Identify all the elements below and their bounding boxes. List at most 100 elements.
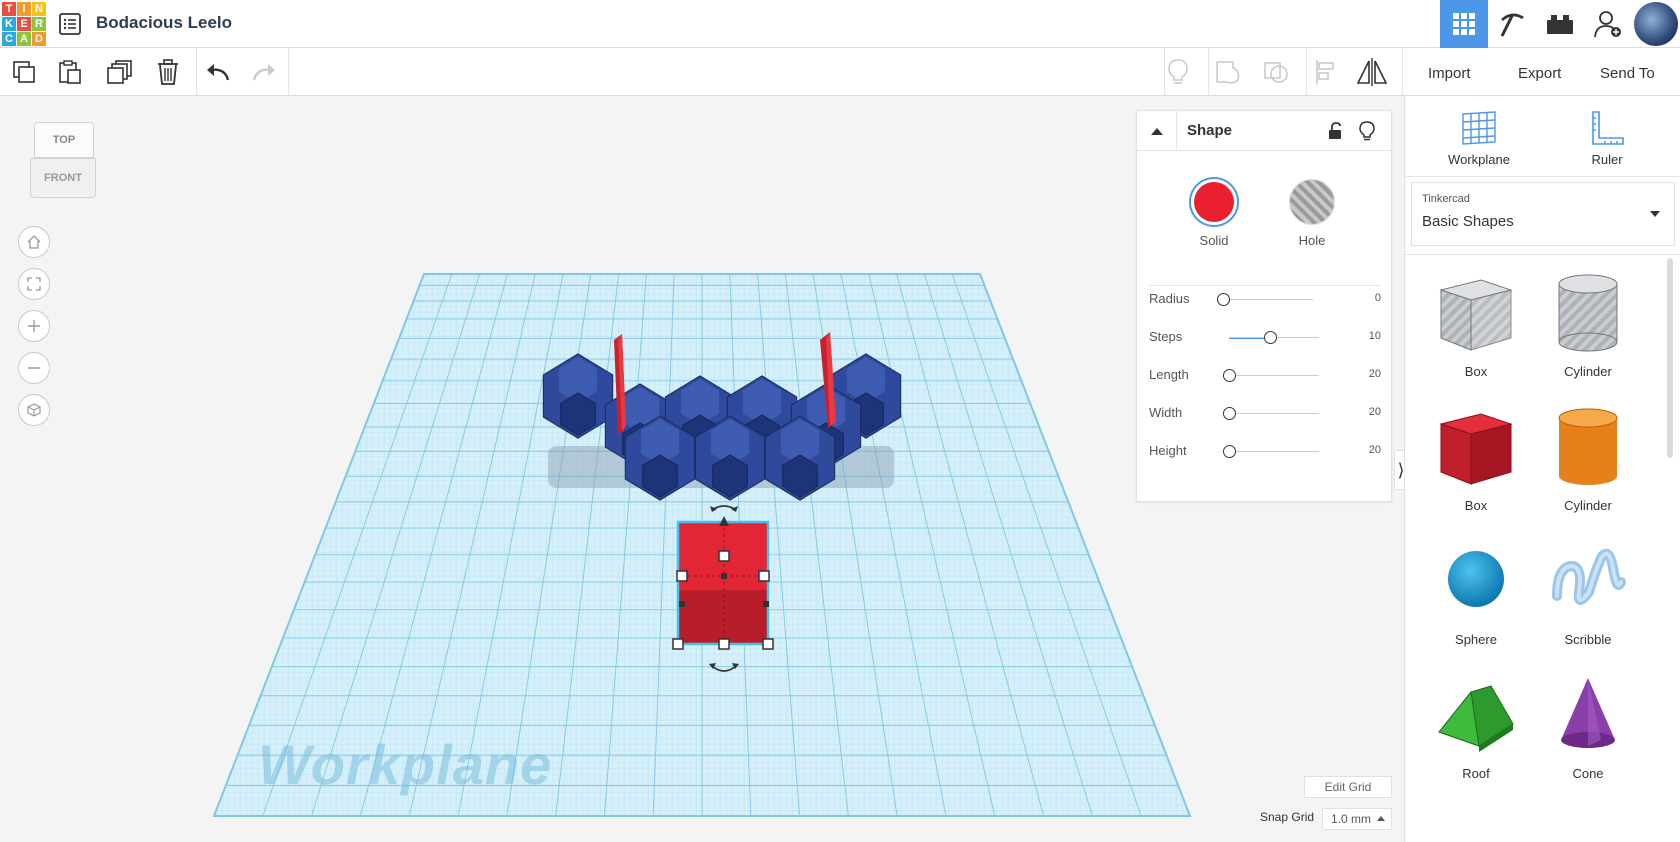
edge-handle[interactable] <box>679 601 685 607</box>
param-steps: Steps 10 <box>1149 325 1381 351</box>
param-slider-knob[interactable] <box>1263 331 1277 344</box>
group-button[interactable] <box>1212 56 1244 88</box>
shape-sphere[interactable]: Sphere <box>1421 532 1531 662</box>
shape-box[interactable]: Box <box>1421 398 1531 528</box>
resize-handle[interactable] <box>676 570 688 582</box>
tinkercad-editor: TINKERCAD Bodacious Leelo Import Export … <box>0 0 1680 842</box>
cylinder-thumbnail <box>1558 408 1618 485</box>
param-slider-knob[interactable] <box>1223 369 1236 382</box>
inspector-collapse-button[interactable] <box>1137 111 1177 151</box>
shape-box-hole[interactable]: Box <box>1421 264 1531 394</box>
group-icon <box>1216 61 1240 84</box>
lightbulb-icon <box>1359 121 1375 141</box>
shape-cone[interactable]: Cone <box>1533 666 1643 796</box>
solid-color-swatch[interactable] <box>1189 177 1239 227</box>
ungroup-button[interactable] <box>1260 56 1292 88</box>
mirror-button[interactable] <box>1356 56 1388 88</box>
param-value[interactable]: 0 <box>1351 292 1381 304</box>
ruler-tool[interactable]: Ruler <box>1557 108 1657 168</box>
ruler-icon <box>1592 111 1624 145</box>
param-value[interactable]: 20 <box>1351 444 1381 456</box>
shape-label: Cylinder <box>1564 364 1612 379</box>
logo-letter: C <box>2 32 16 46</box>
edge-handle[interactable] <box>763 601 769 607</box>
paste-button[interactable] <box>54 56 86 88</box>
resize-handle[interactable] <box>758 570 770 582</box>
delete-button[interactable] <box>152 56 184 88</box>
param-slider-track[interactable] <box>1223 299 1313 300</box>
param-slider-knob[interactable] <box>1223 445 1236 458</box>
param-length: Length 20 <box>1149 363 1381 389</box>
shape-label: Roof <box>1462 766 1490 781</box>
resize-handle[interactable] <box>672 638 684 650</box>
fit-to-view-icon <box>27 277 41 291</box>
resize-handle[interactable] <box>718 638 730 650</box>
bricks-button[interactable] <box>1536 0 1584 48</box>
user-avatar-button[interactable] <box>1632 0 1680 48</box>
param-slider-track[interactable] <box>1229 451 1319 452</box>
invite-user-button[interactable] <box>1584 0 1632 48</box>
shapes-scrollbar[interactable] <box>1667 258 1673 458</box>
lock-button[interactable] <box>1323 119 1347 143</box>
view-cube[interactable]: TOP FRONT <box>30 122 98 200</box>
roof-thumbnail <box>1438 685 1514 752</box>
align-button[interactable] <box>1310 56 1342 88</box>
param-value[interactable]: 10 <box>1351 330 1381 342</box>
shape-library-select[interactable]: Tinkercad Basic Shapes <box>1411 182 1675 246</box>
zoom-out-button[interactable] <box>18 352 50 384</box>
lightbulb-icon <box>1168 59 1188 84</box>
send-to-button[interactable]: Send To <box>1590 58 1665 88</box>
avatar <box>1634 2 1678 46</box>
scribble-thumbnail <box>1552 548 1626 605</box>
shape-roof[interactable]: Roof <box>1421 666 1531 796</box>
workplane-tool[interactable]: Workplane <box>1429 108 1529 168</box>
shape-scribble[interactable]: Scribble <box>1533 532 1643 662</box>
top-right-controls <box>1440 0 1680 48</box>
library-name: Basic Shapes <box>1422 213 1514 230</box>
project-title[interactable]: Bodacious Leelo <box>96 13 232 33</box>
export-button[interactable]: Export <box>1508 58 1571 88</box>
edit-grid-button[interactable]: Edit Grid <box>1304 776 1392 798</box>
toolbar-divider <box>1306 48 1307 96</box>
hole-swatch[interactable] <box>1289 179 1335 225</box>
tinkercad-logo[interactable]: TIN KER CAD <box>2 2 46 46</box>
param-value[interactable]: 20 <box>1351 368 1381 380</box>
param-value[interactable]: 20 <box>1351 406 1381 418</box>
param-label: Width <box>1149 405 1183 420</box>
duplicate-button[interactable] <box>104 56 136 88</box>
copy-button[interactable] <box>8 56 40 88</box>
param-slider-track[interactable] <box>1229 413 1319 414</box>
workplane-icon <box>1462 111 1496 145</box>
perspective-button[interactable] <box>18 394 50 426</box>
param-slider-track[interactable] <box>1229 375 1319 376</box>
caret-up-icon <box>1377 816 1385 821</box>
trash-icon <box>158 59 178 85</box>
shape-label: Cone <box>1572 766 1604 781</box>
plus-icon <box>28 320 40 332</box>
redo-button[interactable] <box>248 56 280 88</box>
zoom-in-button[interactable] <box>18 310 50 342</box>
snap-grid-select[interactable]: 1.0 mm <box>1322 808 1392 830</box>
view-cube-top[interactable]: TOP <box>34 122 94 158</box>
import-button[interactable]: Import <box>1418 58 1481 88</box>
blocks-button[interactable] <box>1488 0 1536 48</box>
shape-label: Box <box>1464 364 1488 379</box>
shape-label: Box <box>1464 498 1488 513</box>
fit-view-button[interactable] <box>18 268 50 300</box>
notes-button[interactable] <box>1162 56 1194 88</box>
design-menu-button[interactable] <box>58 12 82 36</box>
undo-button[interactable] <box>202 56 234 88</box>
show-hide-button[interactable] <box>1355 119 1379 143</box>
resize-handle[interactable] <box>762 638 774 650</box>
grid-view-icon <box>1453 13 1475 35</box>
shape-cylinder-hole[interactable]: Cylinder <box>1533 264 1643 394</box>
resize-handle[interactable] <box>718 550 730 562</box>
edge-handle[interactable] <box>721 573 727 579</box>
param-slider-knob[interactable] <box>1223 407 1236 420</box>
home-view-button[interactable] <box>18 226 50 258</box>
view-cube-front[interactable]: FRONT <box>30 158 96 198</box>
param-slider-knob[interactable] <box>1217 293 1230 306</box>
shape-cylinder[interactable]: Cylinder <box>1533 398 1643 528</box>
selected-red-box[interactable] <box>676 520 770 646</box>
grid-view-button[interactable] <box>1440 0 1488 48</box>
